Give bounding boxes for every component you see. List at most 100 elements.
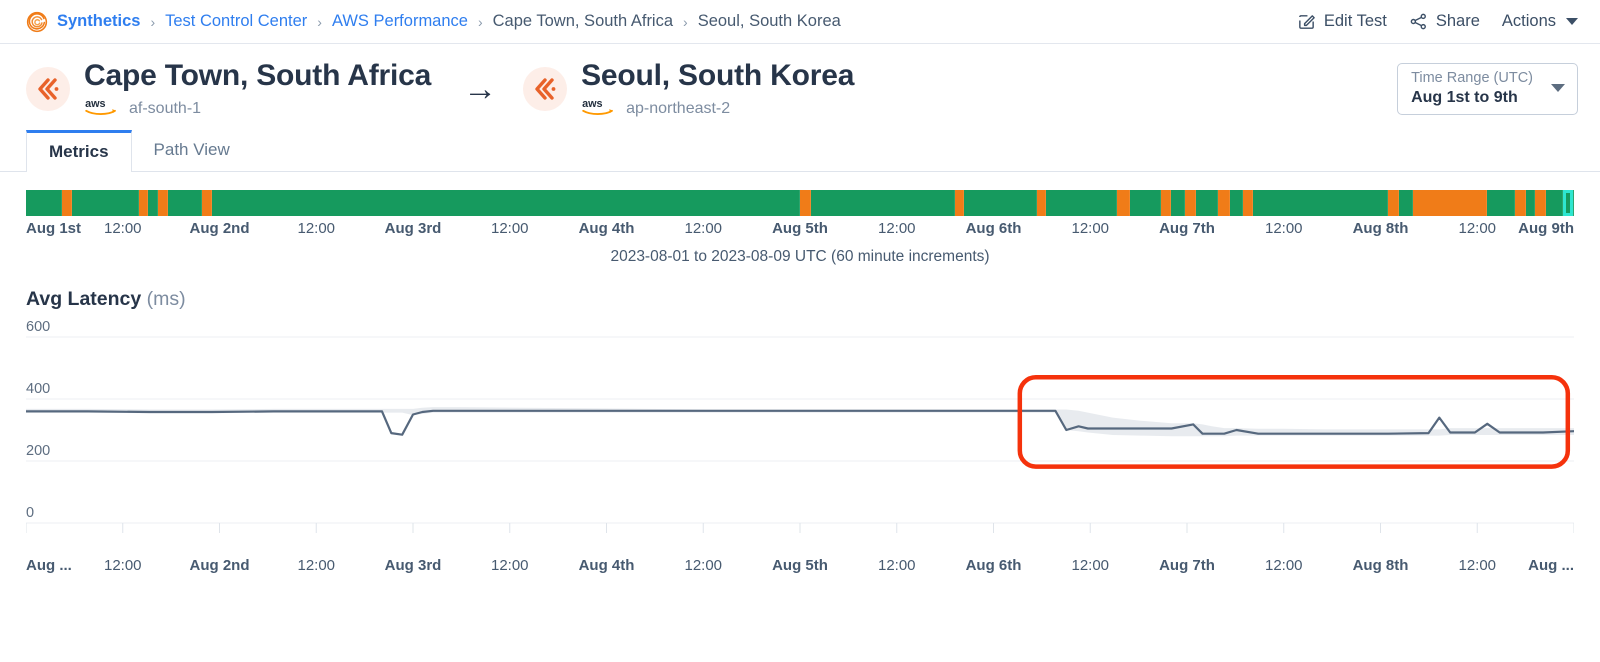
chart-x-tick-label: Aug 7th — [1159, 556, 1215, 574]
status-strip-segment-warn[interactable] — [1036, 189, 1047, 216]
status-strip-segment-warn[interactable] — [1388, 189, 1399, 216]
status-strip-segment-ok[interactable] — [168, 189, 203, 216]
status-strip-segment-warn[interactable] — [1514, 189, 1526, 216]
status-strip-segment-warn[interactable] — [1412, 189, 1488, 216]
status-strip-segment-warn[interactable] — [1117, 189, 1130, 216]
chart-x-tick-label: Aug 5th — [772, 556, 828, 574]
latency-line-chart[interactable] — [26, 323, 1574, 545]
tab-path-view-label: Path View — [153, 140, 230, 160]
chart-x-tick-label: Aug 2nd — [189, 556, 250, 574]
aws-logo-icon: aws — [581, 96, 619, 118]
chart-x-tick-label: 12:00 — [1458, 556, 1497, 574]
latency-chart-section: Avg Latency (ms) 0 200 400 600 Aug ... 12:00… — [0, 266, 1600, 581]
status-strip-segment-ok[interactable] — [1545, 189, 1563, 216]
status-strip-caption: 2023-08-01 to 2023-08-09 UTC (60 minute … — [610, 247, 990, 265]
tab-bar: Metrics Path View — [0, 129, 1600, 172]
chart-y-tick-label: 200 — [26, 442, 51, 459]
status-strip-segment-ok[interactable] — [1525, 189, 1536, 216]
status-strip-segment-ok[interactable] — [26, 189, 62, 216]
status-strip-tick-label: Aug 8th — [1352, 219, 1409, 237]
top-actions: Edit Test Share Actions — [1297, 12, 1578, 31]
status-strip-section: Aug 1st 12:00 Aug 2nd 12:00 Aug 3rd 12:00 Aug … — [0, 172, 1600, 266]
status-strip-segment-warn[interactable] — [1242, 189, 1254, 216]
breadcrumb-item-synthetics[interactable]: Synthetics — [57, 12, 140, 31]
status-strip-segment-ok[interactable] — [1129, 189, 1161, 216]
status-strip-segment-warn[interactable] — [61, 189, 73, 216]
status-strip-tick-label: 12:00 — [103, 219, 142, 237]
breadcrumb-separator: › — [477, 13, 483, 30]
source-endpoint-subtitle: aws af-south-1 — [84, 96, 431, 118]
status-strip-segment-ok[interactable] — [964, 189, 1037, 216]
chart-x-tick-label: 12:00 — [877, 556, 916, 574]
time-range-value: Aug 1st to 9th — [1411, 89, 1518, 107]
edit-test-button[interactable]: Edit Test — [1297, 12, 1387, 31]
source-endpoint-region: af-south-1 — [129, 99, 202, 117]
status-strip-segment-warn[interactable] — [1160, 189, 1172, 216]
status-strip-segment-ok[interactable] — [148, 189, 158, 216]
status-strip-segment-warn[interactable] — [1217, 189, 1231, 216]
status-strip-segment-ok[interactable] — [1046, 189, 1118, 216]
status-strip-tick-label: 12:00 — [490, 219, 529, 237]
share-label: Share — [1435, 12, 1480, 30]
status-strip-segment-warn[interactable] — [954, 189, 964, 216]
status-strip-tick-label: 12:00 — [684, 219, 723, 237]
breadcrumb-item-seoul: Seoul, South Korea — [697, 12, 841, 30]
tab-metrics[interactable]: Metrics — [26, 129, 132, 172]
status-strip-axis: Aug 1st 12:00 Aug 2nd 12:00 Aug 3rd 12:00 Aug … — [26, 220, 1574, 246]
tab-metrics-label: Metrics — [49, 142, 109, 162]
status-strip-segment-warn[interactable] — [202, 189, 212, 216]
breadcrumb-item-cape-town[interactable]: Cape Town, South Africa — [493, 12, 673, 31]
breadcrumb-item-aws-performance[interactable]: AWS Performance — [332, 12, 468, 31]
endpoints-header: Cape Town, South Africa aws af-south-1 → — [0, 44, 1600, 130]
status-strip-segment-ok[interactable] — [1230, 189, 1243, 216]
synthetics-spiral-logo-icon — [26, 11, 48, 33]
status-strip-segment-ok[interactable] — [1487, 189, 1515, 216]
chart-x-tick-label: 12:00 — [490, 556, 529, 574]
chart-plot-area[interactable]: 0 200 400 600 — [26, 319, 1574, 545]
breadcrumb-item-test-control-center[interactable]: Test Control Center — [165, 12, 307, 31]
status-strip-segment-warn[interactable] — [157, 189, 169, 216]
target-endpoint-subtitle: aws ap-northeast-2 — [581, 96, 854, 118]
chart-x-tick-label: 12:00 — [1071, 556, 1110, 574]
status-strip-tick-label: Aug 5th — [772, 219, 828, 237]
status-strip-segment-ok[interactable] — [1196, 189, 1218, 216]
source-endpoint-title: Cape Town, South Africa — [84, 59, 432, 92]
status-strip-tick-label: Aug 3rd — [384, 219, 442, 237]
chart-x-tick-label: 12:00 — [684, 556, 723, 574]
tab-path-view[interactable]: Path View — [132, 130, 252, 171]
edit-test-label: Edit Test — [1323, 12, 1387, 30]
status-strip-tick-label: 12:00 — [1458, 219, 1497, 237]
status-strip-segment-warn[interactable] — [799, 189, 811, 216]
status-strip-segment-warn[interactable] — [138, 189, 149, 216]
chart-x-tick-label: 12:00 — [103, 556, 142, 574]
time-range-selector[interactable]: Time Range (UTC) Aug 1st to 9th — [1397, 62, 1578, 116]
status-strip[interactable] — [26, 189, 1574, 216]
chart-title-unit: (ms) — [146, 287, 186, 310]
status-strip-segment-ok[interactable] — [211, 189, 800, 216]
chart-x-tick-label: 12:00 — [1264, 556, 1303, 574]
chart-x-tick-label: Aug ... — [1528, 556, 1574, 574]
chart-x-tick-label: Aug 8th — [1352, 556, 1409, 574]
status-strip-segment-ok[interactable] — [1171, 189, 1186, 216]
chart-x-axis-labels: Aug ... 12:00 Aug 2nd 12:00 Aug 3rd 12:00 Aug … — [26, 547, 1574, 581]
status-strip-segment-ok[interactable] — [72, 189, 139, 216]
breadcrumb-separator: › — [683, 13, 688, 30]
svg-text:aws: aws — [582, 98, 603, 110]
status-strip-tick-label: 12:00 — [877, 219, 916, 237]
status-strip-tick-label: Aug 1st — [26, 219, 82, 237]
status-strip-segment-selected[interactable] — [1562, 189, 1574, 216]
actions-menu-button[interactable]: Actions — [1502, 12, 1578, 31]
status-strip-segment-ok[interactable] — [1253, 189, 1389, 216]
status-strip-segment-warn[interactable] — [1185, 189, 1197, 216]
status-strip-segment-warn[interactable] — [1535, 189, 1546, 216]
edit-pencil-icon — [1297, 12, 1316, 31]
chart-x-tick-label: Aug 6th — [965, 556, 1022, 574]
chevrons-left-icon — [523, 66, 568, 111]
status-strip-tick-label: 12:00 — [1071, 219, 1110, 237]
status-strip-segment-ok[interactable] — [1398, 189, 1413, 216]
time-range-label: Time Range (UTC) — [1411, 69, 1533, 86]
share-button[interactable]: Share — [1409, 12, 1480, 31]
status-strip-segment-ok[interactable] — [810, 189, 955, 216]
status-strip-tick-label: 12:00 — [1264, 219, 1303, 237]
chart-x-tick-label: Aug 4th — [578, 556, 635, 574]
